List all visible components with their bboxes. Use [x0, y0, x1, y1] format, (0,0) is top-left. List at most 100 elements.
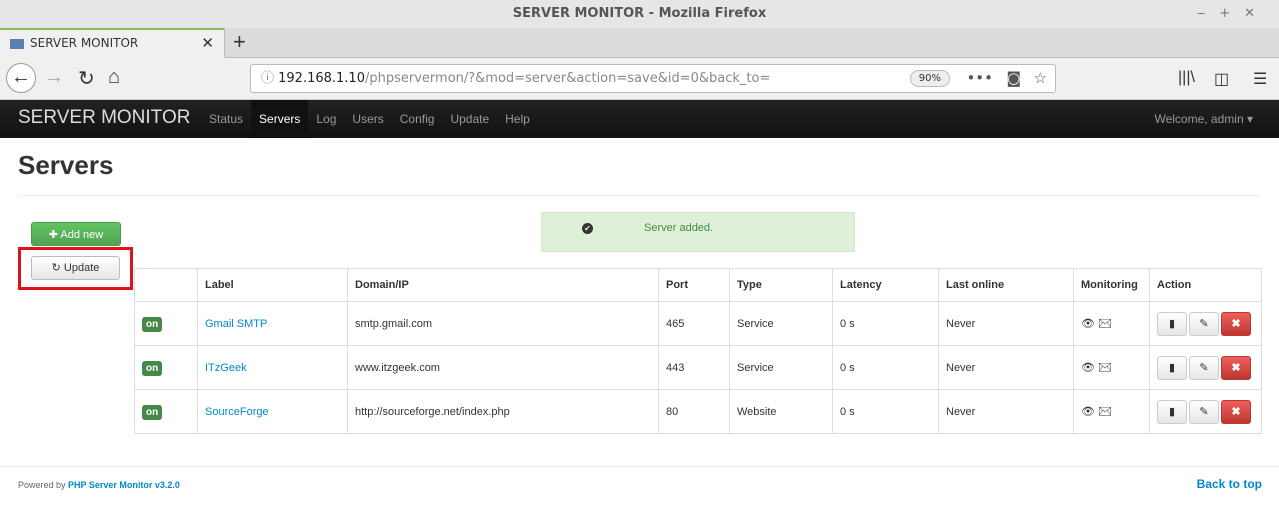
url-bar[interactable]: ⓘ 192.168.1.10/phpservermon/?&mod=server… — [250, 64, 1056, 93]
app-navbar: SERVER MONITOR Status Servers Log Users … — [0, 100, 1279, 138]
port-cell: 80 — [658, 389, 730, 434]
tab-title: SERVER MONITOR — [30, 36, 139, 50]
latency-cell: 0 s — [832, 345, 939, 390]
status-badge: on — [142, 316, 163, 332]
col-action: Action — [1149, 268, 1262, 302]
domain-cell: www.itzgeek.com — [347, 345, 659, 390]
table-row: on Gmail SMTP smtp.gmail.com 465 Service… — [134, 301, 1262, 346]
tab-strip: SERVER MONITOR ✕ + — [0, 28, 1279, 58]
bookmark-star-icon[interactable]: ☆ — [1034, 65, 1047, 92]
edit-button[interactable]: ✎ — [1189, 311, 1219, 336]
close-tab-icon[interactable]: ✕ — [201, 30, 214, 57]
monitoring-cell: 👁 ✉ — [1073, 389, 1150, 434]
window-titlebar: SERVER MONITOR - Mozilla Firefox ‒+✕ — [0, 0, 1279, 28]
library-icon[interactable]: |||\ — [1178, 69, 1195, 87]
menu-servers[interactable]: Servers — [251, 100, 309, 138]
server-label-link[interactable]: Gmail SMTP — [205, 318, 267, 330]
window-title: SERVER MONITOR - Mozilla Firefox — [512, 6, 767, 21]
eye-icon: 👁 — [1081, 406, 1095, 418]
action-cell: ▮ ✎ ✖ — [1149, 389, 1262, 434]
server-domain: smtp.gmail.com — [355, 317, 433, 330]
type-cell: Website — [729, 389, 833, 434]
highlight-box — [18, 247, 133, 290]
chart-button[interactable]: ▮ — [1157, 311, 1187, 336]
delete-button[interactable]: ✖ — [1221, 355, 1251, 380]
delete-button[interactable]: ✖ — [1221, 399, 1251, 424]
col-label: Label — [197, 268, 348, 302]
edit-button[interactable]: ✎ — [1189, 399, 1219, 424]
window-controls[interactable]: ‒+✕ — [1197, 0, 1269, 28]
back-to-top-link[interactable]: Back to top — [1197, 477, 1262, 491]
port-cell: 465 — [658, 301, 730, 346]
divider — [18, 195, 1261, 196]
more-icon[interactable]: ••• — [966, 65, 993, 92]
latency-cell: 0 s — [832, 301, 939, 346]
footer: Powered by PHP Server Monitor v3.2.0 — [18, 480, 180, 490]
reload-button[interactable]: ↻ — [78, 66, 95, 91]
brand[interactable]: SERVER MONITOR — [18, 107, 190, 129]
zoom-indicator[interactable]: 90% — [909, 70, 950, 87]
add-new-button[interactable]: ✚ Add new — [31, 222, 121, 246]
envelope-icon: ✉ — [1098, 318, 1112, 330]
add-new-label: Add new — [60, 229, 104, 241]
chart-button[interactable]: ▮ — [1157, 399, 1187, 424]
col-port: Port — [658, 268, 730, 302]
plus-icon: ✚ — [48, 229, 58, 241]
last-online-cell: Never — [938, 301, 1074, 346]
favicon-icon — [10, 38, 24, 49]
menu-status[interactable]: Status — [201, 100, 251, 138]
new-tab-button[interactable]: + — [233, 28, 246, 56]
monitoring-cell: 👁 ✉ — [1073, 345, 1150, 390]
chart-button[interactable]: ▮ — [1157, 355, 1187, 380]
menu-users[interactable]: Users — [344, 100, 391, 138]
server-domain: www.itzgeek.com — [355, 361, 440, 374]
table-row: on ITzGeek www.itzgeek.com 443 Service 0… — [134, 345, 1262, 390]
status-badge: on — [142, 404, 163, 420]
domain-cell: http://sourceforge.net/index.php — [347, 389, 659, 434]
server-label-link[interactable]: SourceForge — [205, 406, 269, 418]
pocket-icon[interactable]: ◙ — [1006, 65, 1021, 92]
edit-button[interactable]: ✎ — [1189, 355, 1219, 380]
server-domain[interactable]: http://sourceforge.net/index.php — [355, 406, 510, 418]
action-cell: ▮ ✎ ✖ — [1149, 345, 1262, 390]
envelope-icon: ✉ — [1098, 406, 1112, 418]
table-row: on SourceForge http://sourceforge.net/in… — [134, 389, 1262, 434]
caret-down-icon: ▾ — [1246, 112, 1253, 126]
domain-cell: smtp.gmail.com — [347, 301, 659, 346]
info-icon: ⓘ — [261, 71, 279, 86]
alert-text: Server added. — [644, 222, 714, 234]
label-cell: Gmail SMTP — [197, 301, 348, 346]
user-menu[interactable]: Welcome, admin ▾ — [1154, 100, 1253, 138]
port-cell: 443 — [658, 345, 730, 390]
eye-icon: 👁 — [1081, 318, 1095, 330]
hamburger-menu-icon[interactable]: ☰ — [1253, 69, 1267, 89]
col-monitoring: Monitoring — [1073, 268, 1150, 302]
menu-help[interactable]: Help — [497, 100, 538, 138]
menu-config[interactable]: Config — [392, 100, 443, 138]
latency-cell: 0 s — [832, 389, 939, 434]
col-domain: Domain/IP — [347, 268, 659, 302]
type-cell: Service — [729, 345, 833, 390]
server-label-link[interactable]: ITzGeek — [205, 362, 247, 374]
browser-toolbar: ← → ↻ ⌂ ⓘ 192.168.1.10/phpservermon/?&mo… — [0, 58, 1279, 100]
status-cell: on — [134, 345, 198, 390]
phpservermon-link[interactable]: PHP Server Monitor v3.2.0 — [68, 480, 180, 490]
col-last-online: Last online — [938, 268, 1074, 302]
delete-button[interactable]: ✖ — [1221, 311, 1251, 336]
monitoring-cell: 👁 ✉ — [1073, 301, 1150, 346]
last-online-cell: Never — [938, 345, 1074, 390]
menu-update[interactable]: Update — [442, 100, 497, 138]
status-cell: on — [134, 301, 198, 346]
menu-log[interactable]: Log — [308, 100, 344, 138]
action-cell: ▮ ✎ ✖ — [1149, 301, 1262, 346]
footer-divider — [0, 466, 1279, 467]
forward-button[interactable]: → — [44, 66, 64, 89]
label-cell: ITzGeek — [197, 345, 348, 390]
browser-tab[interactable]: SERVER MONITOR ✕ — [0, 28, 225, 58]
powered-by: Powered by — [18, 480, 66, 490]
back-button[interactable]: ← — [6, 63, 36, 93]
sidebar-icon[interactable]: ◫ — [1214, 69, 1229, 89]
col-type: Type — [729, 268, 833, 302]
table-header: Label Domain/IP Port Type Latency Last o… — [134, 268, 1262, 302]
home-button[interactable]: ⌂ — [108, 66, 120, 89]
